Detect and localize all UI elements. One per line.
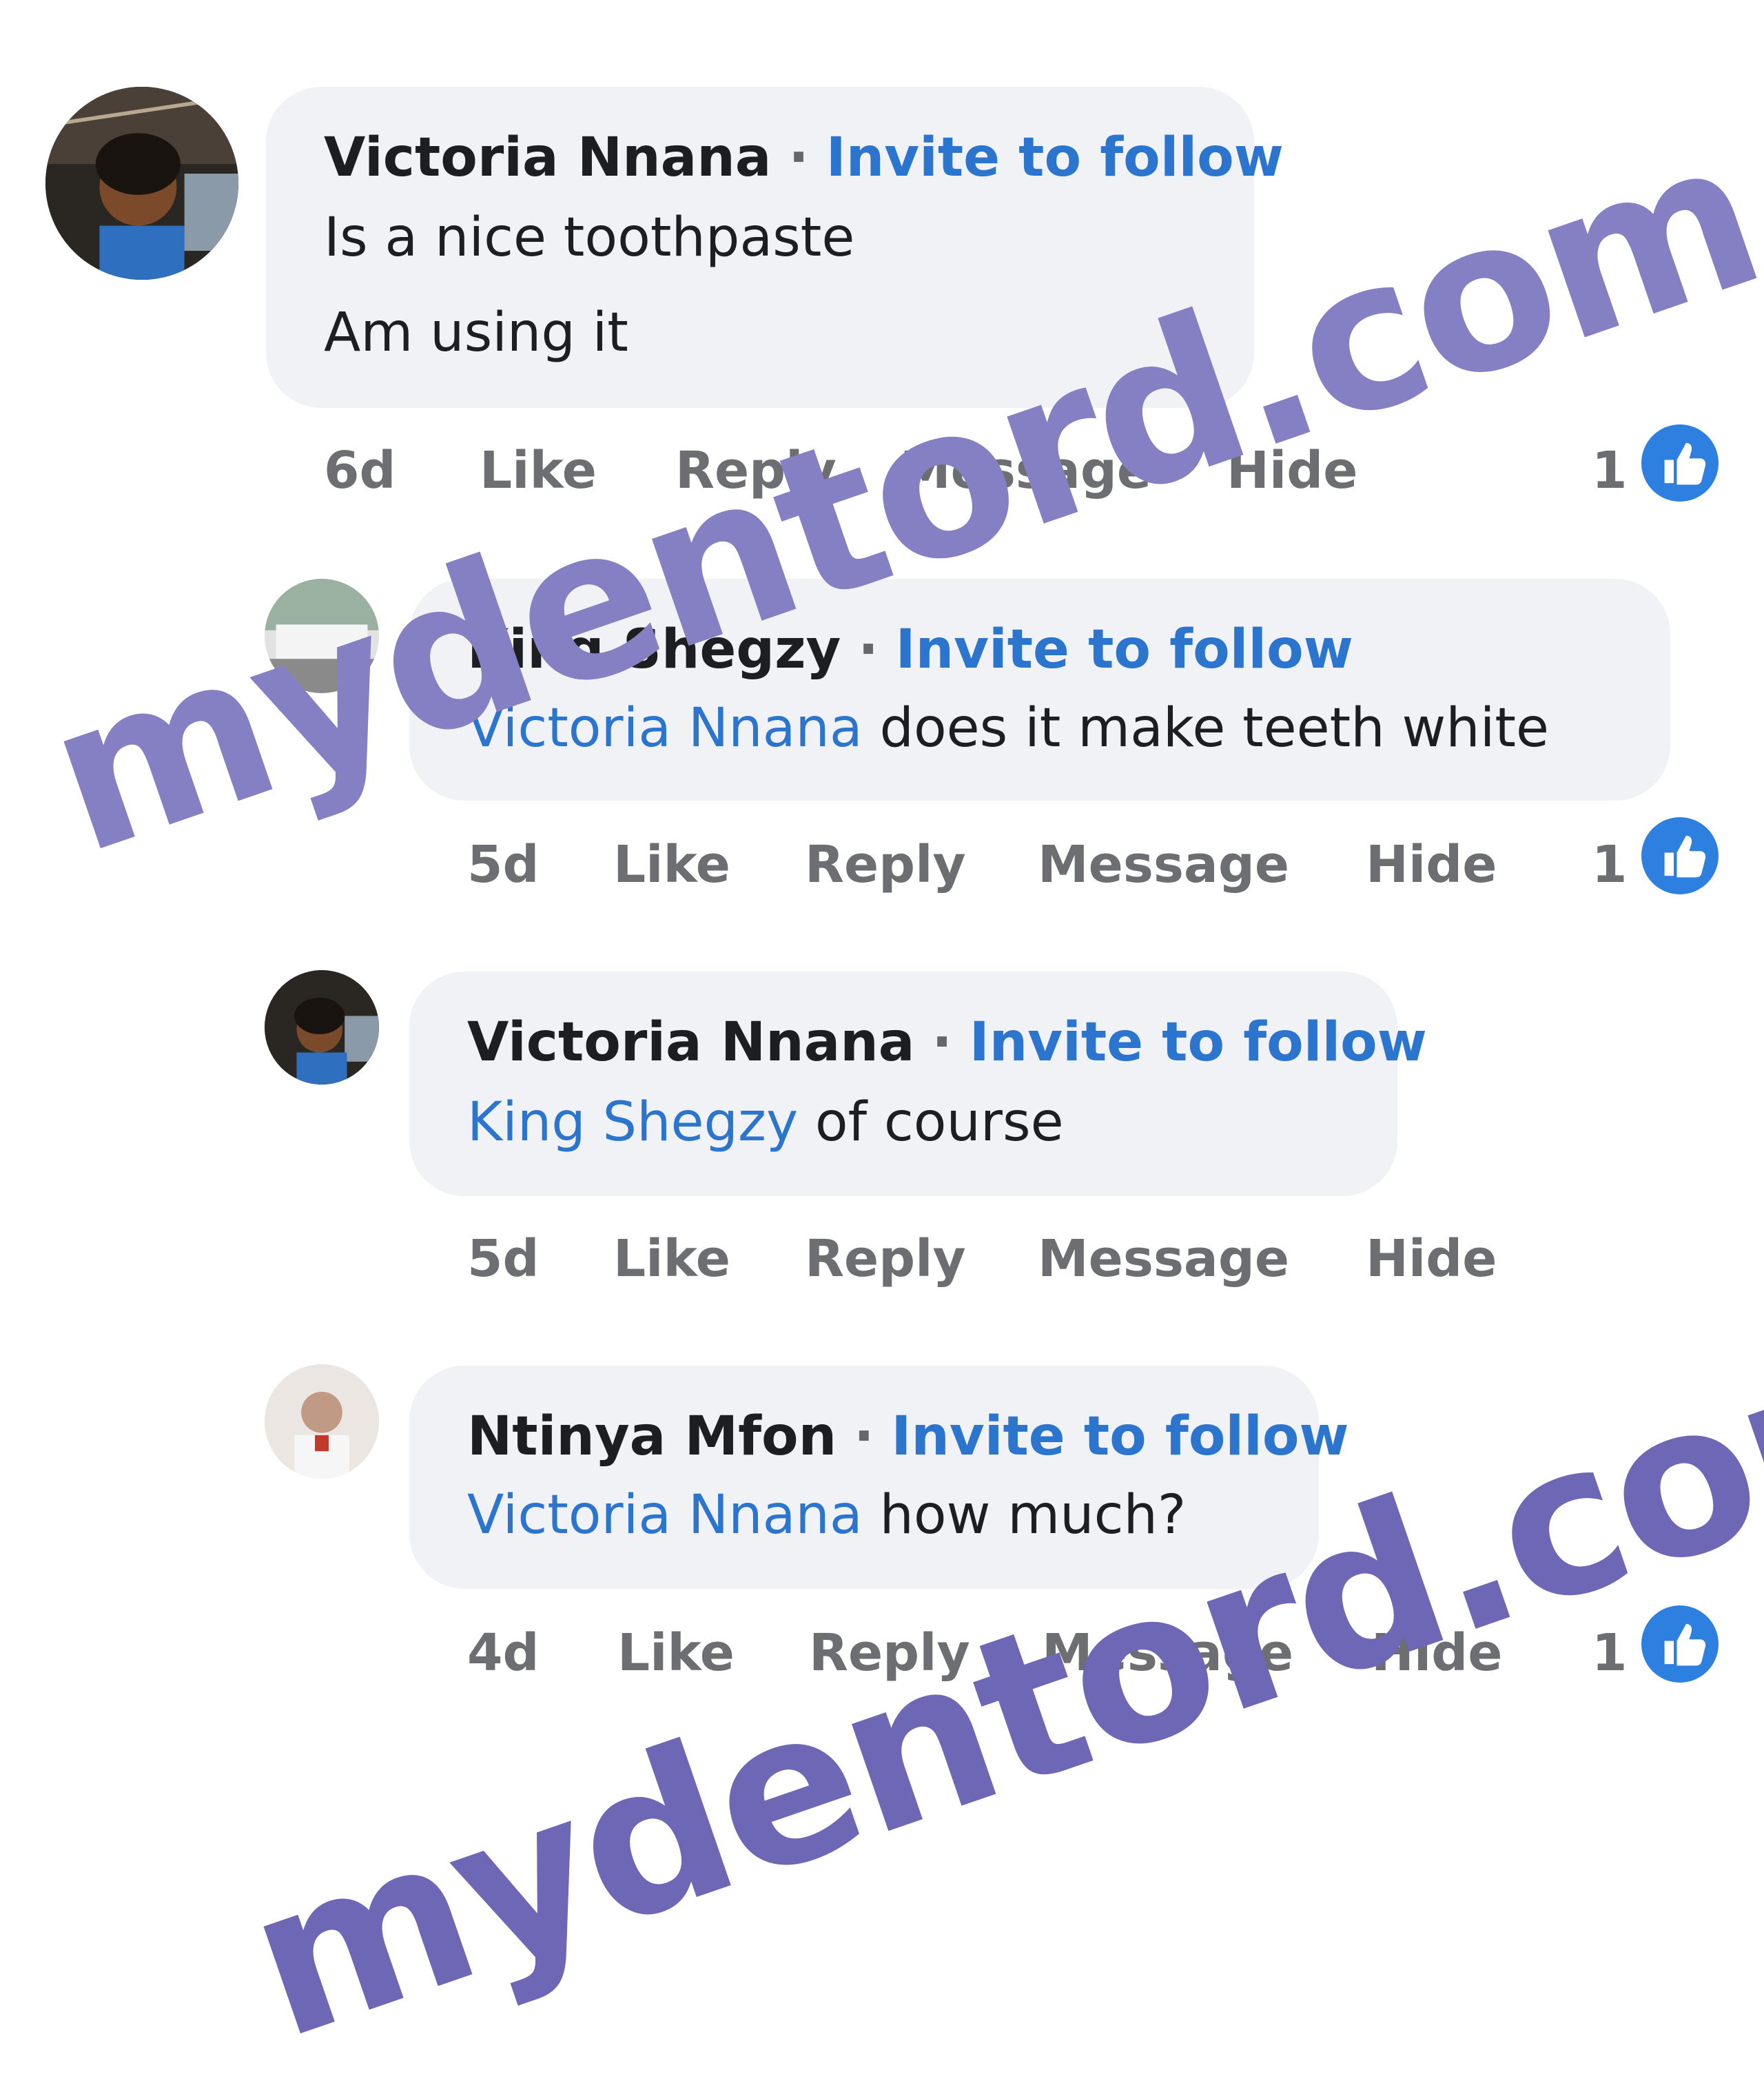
timestamp[interactable]: 4d — [467, 1627, 539, 1678]
like-button[interactable]: Like — [613, 839, 730, 890]
separator-dot: · — [853, 1406, 874, 1468]
invite-to-follow-link[interactable]: Invite to follow — [826, 127, 1284, 189]
hide-button[interactable]: Hide — [1366, 839, 1497, 890]
timestamp[interactable]: 6d — [324, 445, 396, 496]
profile-photo-icon — [265, 970, 379, 1085]
reaction-count[interactable]: 1 — [1592, 839, 1628, 890]
comment-text-line-1: Is a nice toothpaste — [324, 207, 855, 269]
comment-text: Victoria Nnana does it make teeth white — [467, 701, 1549, 755]
like-button[interactable]: Like — [617, 1627, 735, 1678]
author-name[interactable]: King Shegzy — [467, 619, 841, 681]
reply-button[interactable]: Reply — [805, 1233, 966, 1284]
hide-button[interactable]: Hide — [1371, 1627, 1502, 1678]
reply-button[interactable]: Reply — [809, 1627, 970, 1678]
comment-text: King Shegzy of course — [467, 1096, 1064, 1149]
comment-bubble — [409, 972, 1397, 1196]
invite-to-follow-link[interactable]: Invite to follow — [896, 619, 1353, 681]
message-button[interactable]: Message — [1038, 1233, 1289, 1284]
comment-text-line-2: Am using it — [324, 302, 628, 364]
like-reaction-icon — [1641, 1605, 1719, 1683]
reply-button[interactable]: Reply — [675, 445, 837, 496]
message-button[interactable]: Message — [1038, 839, 1289, 890]
timestamp[interactable]: 5d — [467, 839, 539, 890]
reaction-count[interactable]: 1 — [1592, 445, 1628, 496]
mention-link[interactable]: Victoria Nnana — [467, 697, 863, 759]
comment-body: how much? — [862, 1484, 1187, 1546]
avatar[interactable] — [45, 87, 238, 280]
timestamp[interactable]: 5d — [467, 1233, 539, 1284]
invite-to-follow-link[interactable]: Invite to follow — [891, 1406, 1348, 1468]
hide-button[interactable]: Hide — [1366, 1233, 1497, 1284]
profile-photo-icon — [45, 87, 238, 280]
author-name[interactable]: Victoria Nnana — [324, 127, 771, 189]
reply-button[interactable]: Reply — [805, 839, 966, 890]
comment-body: of course — [798, 1091, 1064, 1153]
like-reaction-icon — [1641, 817, 1719, 894]
profile-photo-icon — [265, 1364, 379, 1479]
comment-body: does it make teeth white — [862, 697, 1549, 759]
profile-photo-icon — [265, 579, 379, 693]
like-button[interactable]: Like — [480, 445, 597, 496]
message-button[interactable]: Message — [1042, 1627, 1293, 1678]
separator-dot: · — [788, 127, 809, 189]
avatar[interactable] — [265, 579, 379, 693]
avatar[interactable] — [265, 970, 379, 1085]
separator-dot: · — [932, 1011, 952, 1074]
hide-button[interactable]: Hide — [1227, 445, 1357, 496]
mention-link[interactable]: King Shegzy — [467, 1091, 798, 1153]
avatar[interactable] — [265, 1364, 379, 1479]
separator-dot: · — [858, 619, 879, 681]
comment-bubble — [409, 579, 1670, 801]
author-name[interactable]: Victoria Nnana — [467, 1011, 914, 1074]
reaction-count[interactable]: 1 — [1592, 1627, 1628, 1678]
comment-text: Victoria Nnana how much? — [467, 1488, 1186, 1542]
author-name[interactable]: Ntinya Mfon — [467, 1406, 837, 1468]
message-button[interactable]: Message — [900, 445, 1151, 496]
like-button[interactable]: Like — [613, 1233, 730, 1284]
like-reaction-icon — [1641, 424, 1719, 502]
invite-to-follow-link[interactable]: Invite to follow — [970, 1011, 1427, 1074]
comment-bubble — [409, 1366, 1319, 1589]
mention-link[interactable]: Victoria Nnana — [467, 1484, 863, 1546]
